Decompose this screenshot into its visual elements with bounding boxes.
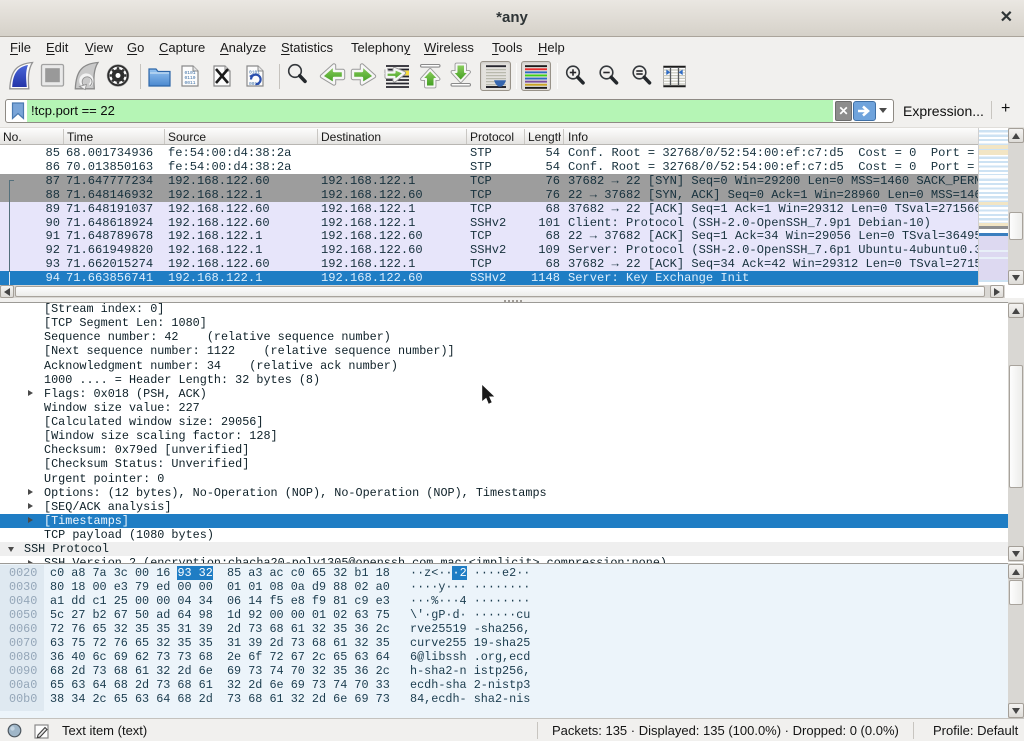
svg-text:0011: 0011 (185, 80, 196, 86)
